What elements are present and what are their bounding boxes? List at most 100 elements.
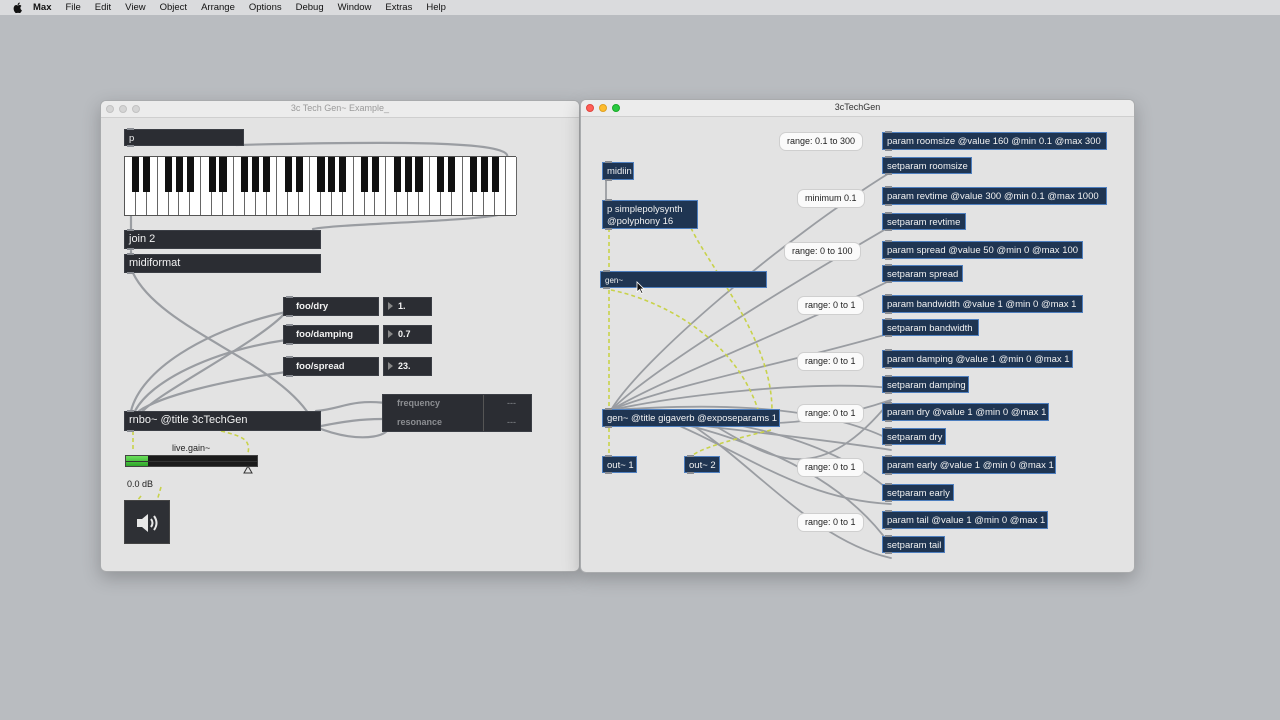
comment-range-tail: range: 0 to 1 xyxy=(797,513,864,532)
black-key[interactable] xyxy=(469,157,478,192)
patcher-window-example: 3c Tech Gen~ Example_ p join 2 midiforma… xyxy=(100,100,580,572)
black-key[interactable] xyxy=(448,157,456,192)
menu-debug[interactable]: Debug xyxy=(296,2,324,13)
live-gain-slider[interactable] xyxy=(125,455,258,467)
black-key[interactable] xyxy=(208,157,216,192)
attr-resonance-value: --- xyxy=(507,417,516,427)
titlebar[interactable]: 3c Tech Gen~ Example_ xyxy=(101,101,579,118)
param-roomsize-object[interactable]: param roomsize @value 160 @min 0.1 @max … xyxy=(882,131,1107,151)
menu-extras[interactable]: Extras xyxy=(385,2,412,13)
black-key[interactable] xyxy=(415,157,423,192)
keyboard-slider[interactable] xyxy=(124,156,517,216)
black-key[interactable] xyxy=(164,157,173,192)
gen-object[interactable]: gen~ xyxy=(600,270,767,289)
menu-bar: Max File Edit View Object Arrange Option… xyxy=(0,0,1280,15)
menu-edit[interactable]: Edit xyxy=(95,2,111,13)
black-key[interactable] xyxy=(262,157,271,192)
param-spread-object[interactable]: param spread @value 50 @min 0 @max 100 xyxy=(882,240,1083,260)
menu-help[interactable]: Help xyxy=(426,2,446,13)
menu-options[interactable]: Options xyxy=(249,2,282,13)
out2-object[interactable]: out~ 2 xyxy=(684,455,720,474)
midiformat-object[interactable]: midiformat xyxy=(124,253,321,274)
number-arrow-icon xyxy=(388,362,393,370)
foo-dry-number[interactable]: 1. xyxy=(383,297,432,316)
white-key[interactable] xyxy=(506,157,517,215)
apple-menu-icon[interactable] xyxy=(13,2,23,13)
black-key[interactable] xyxy=(295,157,303,192)
foo-damping-object[interactable]: foo/damping xyxy=(283,324,379,345)
foo-spread-number[interactable]: 23. xyxy=(383,357,432,376)
black-key[interactable] xyxy=(186,157,194,192)
black-key[interactable] xyxy=(339,157,347,192)
menu-view[interactable]: View xyxy=(125,2,145,13)
number-arrow-icon xyxy=(388,330,393,338)
black-key[interactable] xyxy=(241,157,249,192)
param-early-object[interactable]: param early @value 1 @min 0 @max 1 xyxy=(882,455,1056,475)
comment-range-dry: range: 0 to 1 xyxy=(797,404,864,423)
window-title: 3c Tech Gen~ Example_ xyxy=(290,103,390,113)
foo-damping-number[interactable]: 0.7 xyxy=(383,325,432,344)
black-key[interactable] xyxy=(437,157,445,192)
mouse-cursor-icon xyxy=(636,281,645,294)
comment-range-spread: range: 0 to 100 xyxy=(784,242,861,261)
comment-range-roomsize: range: 0.1 to 300 xyxy=(779,132,864,151)
patcher-window-3ctechgen: 3cTechGen midiin p simplepolysynth @poly… xyxy=(580,99,1135,573)
number-arrow-icon xyxy=(388,302,393,310)
attr-frequency-value: --- xyxy=(507,398,516,408)
setparam-damping-object[interactable]: setparam damping xyxy=(882,375,969,394)
black-key[interactable] xyxy=(284,157,292,192)
param-tail-object[interactable]: param tail @value 1 @min 0 @max 1 xyxy=(882,510,1048,530)
attrui-panel[interactable]: frequency --- resonance --- xyxy=(382,394,532,432)
comment-min-revtime: minimum 0.1 xyxy=(797,189,865,208)
menu-object[interactable]: Object xyxy=(160,2,187,13)
black-key[interactable] xyxy=(328,157,336,192)
black-key[interactable] xyxy=(360,157,369,192)
out1-object[interactable]: out~ 1 xyxy=(602,455,637,474)
black-key[interactable] xyxy=(371,157,380,192)
comment-range-early: range: 0 to 1 xyxy=(797,458,864,477)
simplepolysynth-object[interactable]: p simplepolysynth @polyphony 16 xyxy=(602,199,698,230)
setparam-dry-object[interactable]: setparam dry xyxy=(882,427,946,446)
setparam-early-object[interactable]: setparam early xyxy=(882,483,954,502)
param-bandwidth-object[interactable]: param bandwidth @value 1 @min 0 @max 1 xyxy=(882,294,1083,314)
speaker-icon xyxy=(137,514,158,532)
black-key[interactable] xyxy=(317,157,325,192)
patch-cords xyxy=(605,171,892,559)
black-key[interactable] xyxy=(393,157,401,192)
black-key[interactable] xyxy=(252,157,260,192)
live-gain-label: live.gain~ xyxy=(172,443,211,453)
window-title: 3cTechGen xyxy=(834,102,881,112)
ezdac-button[interactable] xyxy=(124,500,170,544)
setparam-bandwidth-object[interactable]: setparam bandwidth xyxy=(882,318,979,337)
titlebar[interactable]: 3cTechGen xyxy=(581,100,1134,117)
setparam-roomsize-object[interactable]: setparam roomsize xyxy=(882,156,972,175)
black-key[interactable] xyxy=(404,157,412,192)
menu-file[interactable]: File xyxy=(65,2,80,13)
black-key[interactable] xyxy=(143,157,151,192)
gen-gigaverb-object[interactable]: gen~ @title gigaverb @exposeparams 1 xyxy=(602,408,780,428)
gain-slider-handle-icon[interactable] xyxy=(243,465,253,474)
attr-resonance-label: resonance xyxy=(397,417,443,427)
param-dry-object[interactable]: param dry @value 1 @min 0 @max 1 xyxy=(882,402,1049,422)
foo-dry-object[interactable]: foo/dry xyxy=(283,296,379,317)
black-key[interactable] xyxy=(132,157,140,192)
midiin-object[interactable]: midiin xyxy=(602,161,634,181)
param-damping-object[interactable]: param damping @value 1 @min 0 @max 1 xyxy=(882,349,1073,369)
setparam-revtime-object[interactable]: setparam revtime xyxy=(882,212,966,231)
param-revtime-object[interactable]: param revtime @value 300 @min 0.1 @max 1… xyxy=(882,186,1107,206)
setparam-spread-object[interactable]: setparam spread xyxy=(882,264,963,283)
attr-frequency-label: frequency xyxy=(397,398,441,408)
join-object[interactable]: join 2 xyxy=(124,229,321,250)
black-key[interactable] xyxy=(175,157,184,192)
comment-range-bandwidth: range: 0 to 1 xyxy=(797,296,864,315)
p-object[interactable]: p xyxy=(124,128,244,147)
menu-window[interactable]: Window xyxy=(338,2,372,13)
black-key[interactable] xyxy=(219,157,227,192)
black-key[interactable] xyxy=(480,157,488,192)
menu-arrange[interactable]: Arrange xyxy=(201,2,235,13)
setparam-tail-object[interactable]: setparam tail xyxy=(882,535,945,554)
black-key[interactable] xyxy=(491,157,499,192)
menu-max[interactable]: Max xyxy=(33,2,51,13)
foo-spread-object[interactable]: foo/spread xyxy=(283,356,379,377)
rnbo-object[interactable]: rnbo~ @title 3cTechGen xyxy=(124,410,321,432)
